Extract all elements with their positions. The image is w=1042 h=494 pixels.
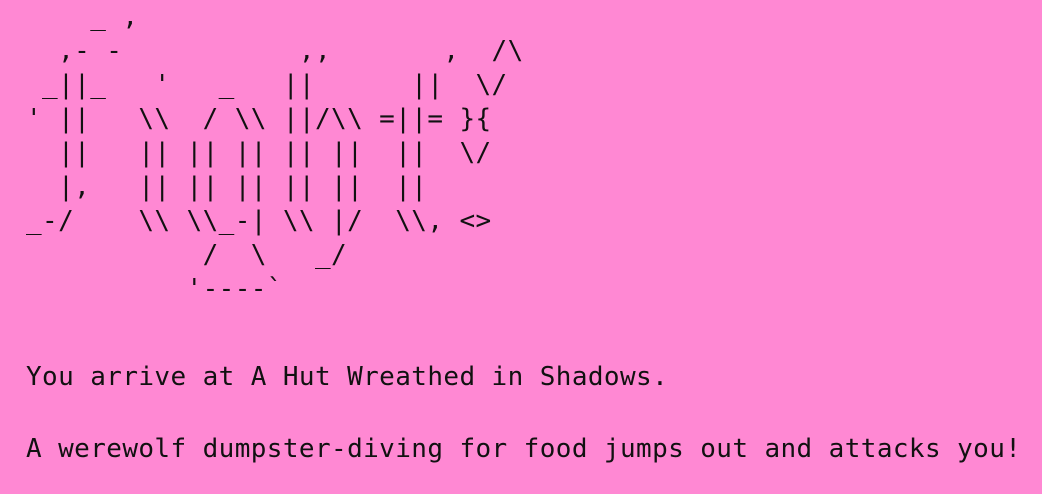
encounter-message: A werewolf dumpster-diving for food jump… bbox=[26, 434, 1022, 464]
location-message: You arrive at A Hut Wreathed in Shadows. bbox=[26, 362, 669, 392]
game-screen: _ , ,- - ,, , /\ _||_ ' _ || || \/ ' || … bbox=[0, 0, 1042, 494]
ascii-title-art: _ , ,- - ,, , /\ _||_ ' _ || || \/ ' || … bbox=[26, 2, 524, 304]
